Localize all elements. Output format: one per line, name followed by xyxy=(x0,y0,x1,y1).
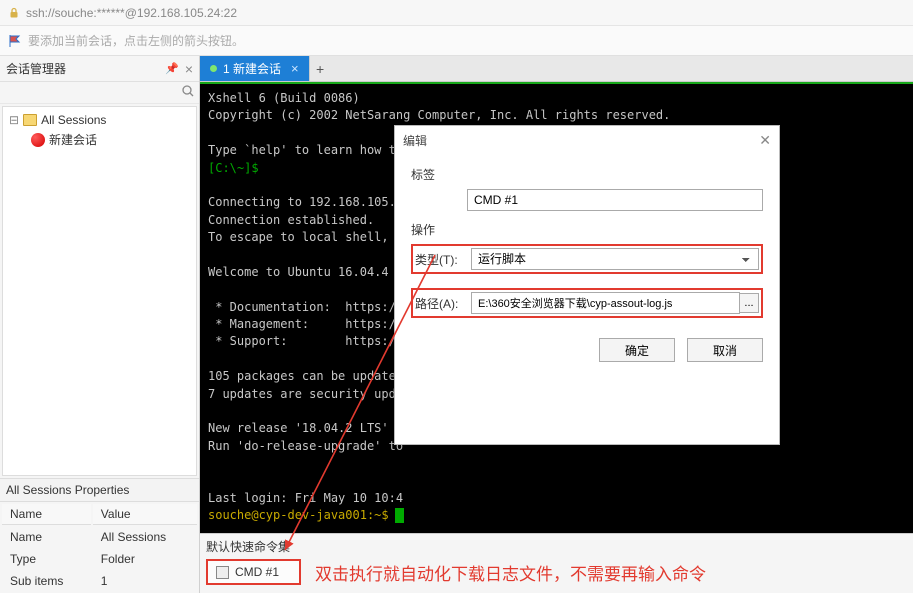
tab-status-dot xyxy=(210,65,217,72)
properties-title: All Sessions Properties xyxy=(0,478,199,502)
browse-button[interactable]: ... xyxy=(739,293,759,313)
type-select[interactable]: 运行脚本 xyxy=(471,248,759,270)
tab-label: 1 新建会话 xyxy=(223,60,281,77)
path-input[interactable] xyxy=(471,292,740,314)
quick-cmd-button-label: CMD #1 xyxy=(235,565,279,579)
search-row xyxy=(0,82,199,104)
tab-strip: 1 新建会话 × + xyxy=(200,56,913,82)
path-label: 路径(A): xyxy=(415,295,471,312)
cursor xyxy=(396,509,403,522)
session-tree: ⊟ All Sessions 新建会话 xyxy=(2,106,197,476)
dialog-section-action: 操作 xyxy=(411,221,763,238)
edit-dialog: 编辑 ✕ 标签 操作 类型(T): 运行脚本 路径(A): ... 确定 取消 xyxy=(394,125,780,445)
cancel-button[interactable]: 取消 xyxy=(687,338,763,362)
pane-close-icon[interactable]: × xyxy=(185,61,193,77)
tree-child-label: 新建会话 xyxy=(49,131,97,148)
quick-cmd-set-label: 默认快速命令集 xyxy=(206,538,907,555)
prop-row: NameAll Sessions xyxy=(2,527,197,547)
tab-close-icon[interactable]: × xyxy=(291,61,299,76)
col-name: Name xyxy=(2,504,91,525)
tab-active[interactable]: 1 新建会话 × xyxy=(200,56,309,81)
hint-text: 要添加当前会话，点击左侧的箭头按钮。 xyxy=(28,32,244,49)
address-bar: ssh://souche:******@192.168.105.24:22 xyxy=(0,0,913,26)
search-icon[interactable] xyxy=(181,84,195,98)
tree-item-session[interactable]: 新建会话 xyxy=(5,129,194,150)
annotation-text: 双击执行就自动化下载日志文件，不需要再输入命令 xyxy=(315,560,706,585)
pin-icon[interactable]: 📌 xyxy=(165,62,179,75)
lock-icon xyxy=(8,7,20,19)
ok-button[interactable]: 确定 xyxy=(599,338,675,362)
quick-cmd-button[interactable]: CMD #1 xyxy=(206,559,301,585)
address-text[interactable]: ssh://souche:******@192.168.105.24:22 xyxy=(26,6,237,20)
cmd-icon xyxy=(216,566,229,579)
tag-input[interactable] xyxy=(467,189,763,211)
flag-icon xyxy=(8,34,22,48)
tab-add-button[interactable]: + xyxy=(309,56,331,81)
quick-command-bar: 默认快速命令集 CMD #1 双击执行就自动化下载日志文件，不需要再输入命令 xyxy=(200,533,913,593)
properties-table: NameValue NameAll Sessions TypeFolder Su… xyxy=(0,502,199,593)
folder-icon xyxy=(23,114,37,126)
tree-item-root[interactable]: ⊟ All Sessions xyxy=(5,111,194,129)
prop-row: Sub items1 xyxy=(2,571,197,591)
tree-root-label: All Sessions xyxy=(41,113,106,127)
session-manager-title: 会话管理器 xyxy=(6,60,66,77)
session-manager-pane: 会话管理器 📌 × ⊟ All Sessions 新建会话 All Sessio… xyxy=(0,56,200,593)
dialog-close-icon[interactable]: ✕ xyxy=(759,132,771,149)
col-value: Value xyxy=(93,504,197,525)
type-label: 类型(T): xyxy=(415,251,471,268)
hint-bar: 要添加当前会话，点击左侧的箭头按钮。 xyxy=(0,26,913,56)
dialog-section-tag: 标签 xyxy=(411,166,763,183)
session-icon xyxy=(31,133,45,147)
dialog-title: 编辑 xyxy=(403,132,427,149)
prop-row: TypeFolder xyxy=(2,549,197,569)
